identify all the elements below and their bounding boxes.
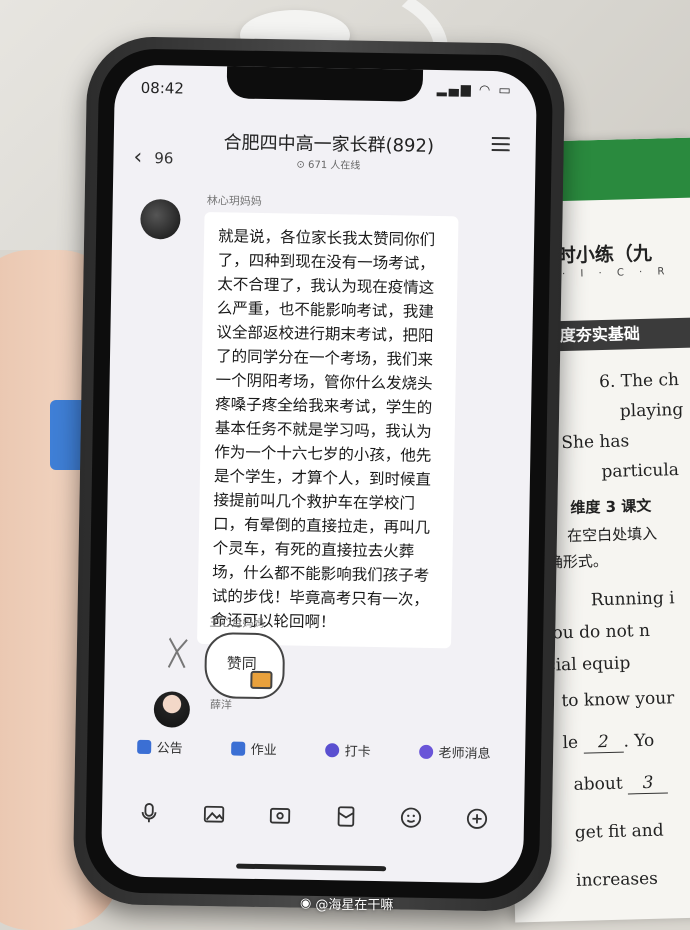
- sender-name: 林心玥妈妈: [206, 194, 262, 208]
- notice-icon: [137, 739, 152, 754]
- image-icon[interactable]: [200, 800, 228, 828]
- phone: 08:42 ▂▄▆ ◠ ▭ ‹ 96 合肥四中高一家长群(892) ⊙ 671 …: [72, 35, 566, 913]
- checkin-button[interactable]: 打卡: [325, 740, 371, 760]
- func-label: 打卡: [344, 744, 371, 760]
- status-icons: ▂▄▆ ◠ ▭: [436, 81, 513, 99]
- message-bubble[interactable]: 就是说，各位家长我太赞同你们了，四种到现在没有一场考试，太不合理了，我认为现在疫…: [197, 211, 459, 649]
- notice-button[interactable]: 公告: [137, 737, 183, 757]
- group-title: 合肥四中高一家长群(892): [223, 132, 435, 157]
- sender-name: 王心月妈妈: [209, 616, 265, 631]
- online-count: ⊙ 671 人在线: [296, 159, 361, 172]
- notch: [226, 64, 424, 102]
- menu-icon[interactable]: [491, 133, 510, 155]
- weibo-icon: ◉: [300, 896, 312, 911]
- cup-icon: [250, 670, 273, 690]
- avatar[interactable]: [164, 633, 191, 673]
- status-time: 08:42: [140, 78, 185, 98]
- sender-name: 薛洋: [209, 698, 233, 712]
- book-blank: 3: [627, 772, 669, 795]
- checkin-icon: [325, 742, 340, 757]
- book-line: playing: [619, 399, 684, 422]
- back-button[interactable]: ‹ 96: [133, 145, 179, 171]
- sticker-message[interactable]: 赞同: [204, 632, 286, 700]
- red-packet-icon[interactable]: [332, 802, 360, 830]
- watermark: ◉ @海星在干嘛: [300, 894, 393, 913]
- book-line: increases: [575, 868, 659, 891]
- plus-icon[interactable]: [463, 805, 491, 833]
- book-blank: 2: [583, 731, 624, 754]
- video-icon[interactable]: [266, 801, 294, 829]
- teacher-message-icon: [419, 744, 434, 759]
- avatar[interactable]: [140, 198, 181, 240]
- home-indicator: [236, 863, 387, 872]
- microphone-icon[interactable]: [135, 799, 163, 827]
- teacher-message-button[interactable]: 老师消息: [419, 742, 491, 763]
- func-label: 公告: [156, 741, 183, 757]
- avatar[interactable]: [153, 691, 191, 728]
- function-bar: 公告 作业 打卡 老师消息: [103, 736, 525, 762]
- book-line: le 2. Yo: [562, 730, 655, 754]
- input-toolbar: [102, 798, 524, 833]
- book-line: 维度 3 课文: [570, 496, 652, 517]
- homework-button[interactable]: 作业: [231, 739, 277, 759]
- phone-bezel: 08:42 ▂▄▆ ◠ ▭ ‹ 96 合肥四中高一家长群(892) ⊙ 671 …: [84, 48, 554, 900]
- chevron-left-icon: ‹: [133, 144, 143, 170]
- book-line: 6. The ch: [598, 370, 680, 393]
- book-line-head: about: [573, 773, 623, 795]
- unread-count: 96: [154, 148, 174, 167]
- book-line: to know your: [561, 688, 675, 712]
- emoji-icon[interactable]: [397, 803, 425, 831]
- homework-icon: [231, 741, 246, 756]
- book-line: 在空白处填入: [566, 524, 658, 545]
- func-label: 作业: [250, 742, 277, 759]
- phone-screen: 08:42 ▂▄▆ ◠ ▭ ‹ 96 合肥四中高一家长群(892) ⊙ 671 …: [100, 64, 538, 884]
- book-line: Running i: [590, 588, 675, 611]
- func-label: 老师消息: [438, 746, 491, 763]
- book-line-tail: . Yo: [623, 730, 655, 752]
- book-line: about 3: [573, 772, 669, 795]
- book-line: particula: [601, 460, 680, 483]
- watermark-text: @海星在干嘛: [315, 898, 394, 913]
- book-line: get fit and: [574, 820, 664, 843]
